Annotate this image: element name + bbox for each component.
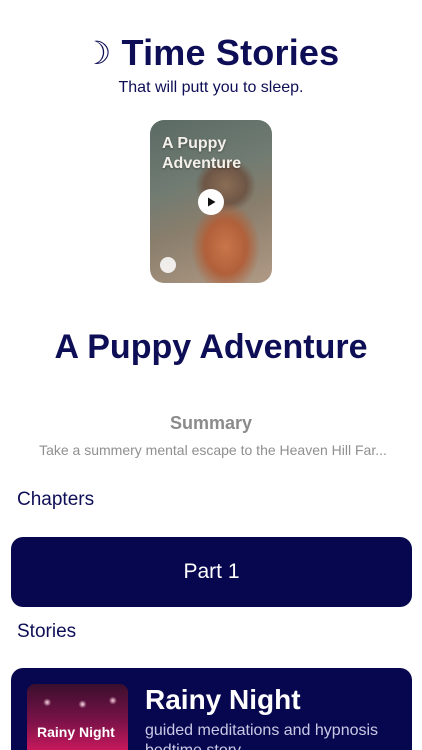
- info-icon[interactable]: [160, 257, 176, 273]
- story-title: A Puppy Adventure: [54, 328, 368, 366]
- story-detail-screen: ☽ Time Stories That will putt you to sle…: [0, 0, 422, 750]
- app-title-text: Time Stories: [121, 32, 340, 73]
- story-card-description: guided meditations and hypnosis bedtime …: [145, 722, 379, 750]
- thumbnail-label: Rainy Night: [37, 724, 115, 740]
- cover-title: A Puppy Adventure: [162, 135, 242, 172]
- play-button[interactable]: [198, 189, 224, 215]
- chapters-heading: Chapters: [17, 489, 95, 510]
- story-thumbnail: Rainy Night: [27, 684, 128, 750]
- story-card-title: Rainy Night: [145, 684, 301, 715]
- app-title: ☽ Time Stories: [0, 32, 422, 74]
- summary-heading: Summary: [169, 413, 253, 433]
- story-card-rainy-night[interactable]: Rainy Night Rainy Night guided meditatio…: [11, 668, 412, 750]
- moon-icon: ☽: [82, 35, 112, 71]
- story-cover-image[interactable]: A Puppy Adventure: [150, 120, 272, 283]
- summary-text[interactable]: Take a summery mental escape to the Heav…: [18, 442, 408, 458]
- stories-heading: Stories: [17, 621, 77, 642]
- play-icon: [208, 197, 216, 207]
- app-subtitle: That will putt you to sleep.: [118, 79, 304, 96]
- chapter-button-part-1[interactable]: Part 1: [11, 537, 412, 607]
